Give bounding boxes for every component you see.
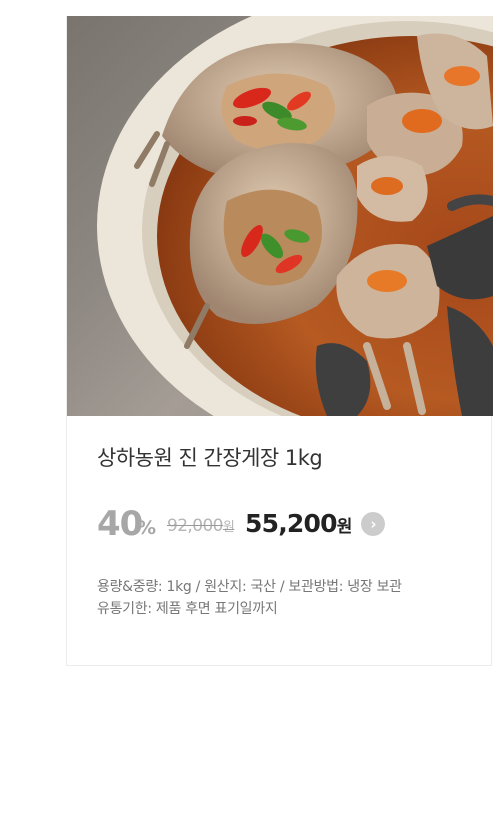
product-expiry-line: 유통기한: 제품 후면 표기일까지: [97, 601, 278, 617]
marinated-crab-photo: [97, 16, 493, 416]
product-card[interactable]: 상하농원 진 간장게장 1kg 40 % 92,000원 55,200원 › 용…: [66, 16, 493, 666]
sale-price: 55,200원: [245, 508, 352, 543]
discount-unit: %: [137, 517, 157, 539]
sale-price-value: 55,200: [245, 509, 337, 538]
price-row: 40 % 92,000원 55,200원 ›: [97, 504, 477, 544]
original-price-unit: 원: [222, 520, 235, 535]
product-spec-line: 용량&중량: 1kg / 원산지: 국산 / 보관방법: 냉장 보관: [97, 579, 402, 595]
discount-rate: 40: [97, 504, 143, 544]
original-price: 92,000원: [167, 514, 235, 540]
product-image[interactable]: [67, 16, 493, 416]
product-info: 용량&중량: 1kg / 원산지: 국산 / 보관방법: 냉장 보관 유통기한:…: [97, 576, 402, 620]
original-price-value: 92,000: [167, 516, 223, 536]
sale-price-unit: 원: [336, 517, 353, 537]
chevron-right-icon: ›: [370, 514, 377, 533]
product-title[interactable]: 상하농원 진 간장게장 1kg: [97, 442, 323, 472]
go-detail-button[interactable]: ›: [361, 512, 385, 536]
